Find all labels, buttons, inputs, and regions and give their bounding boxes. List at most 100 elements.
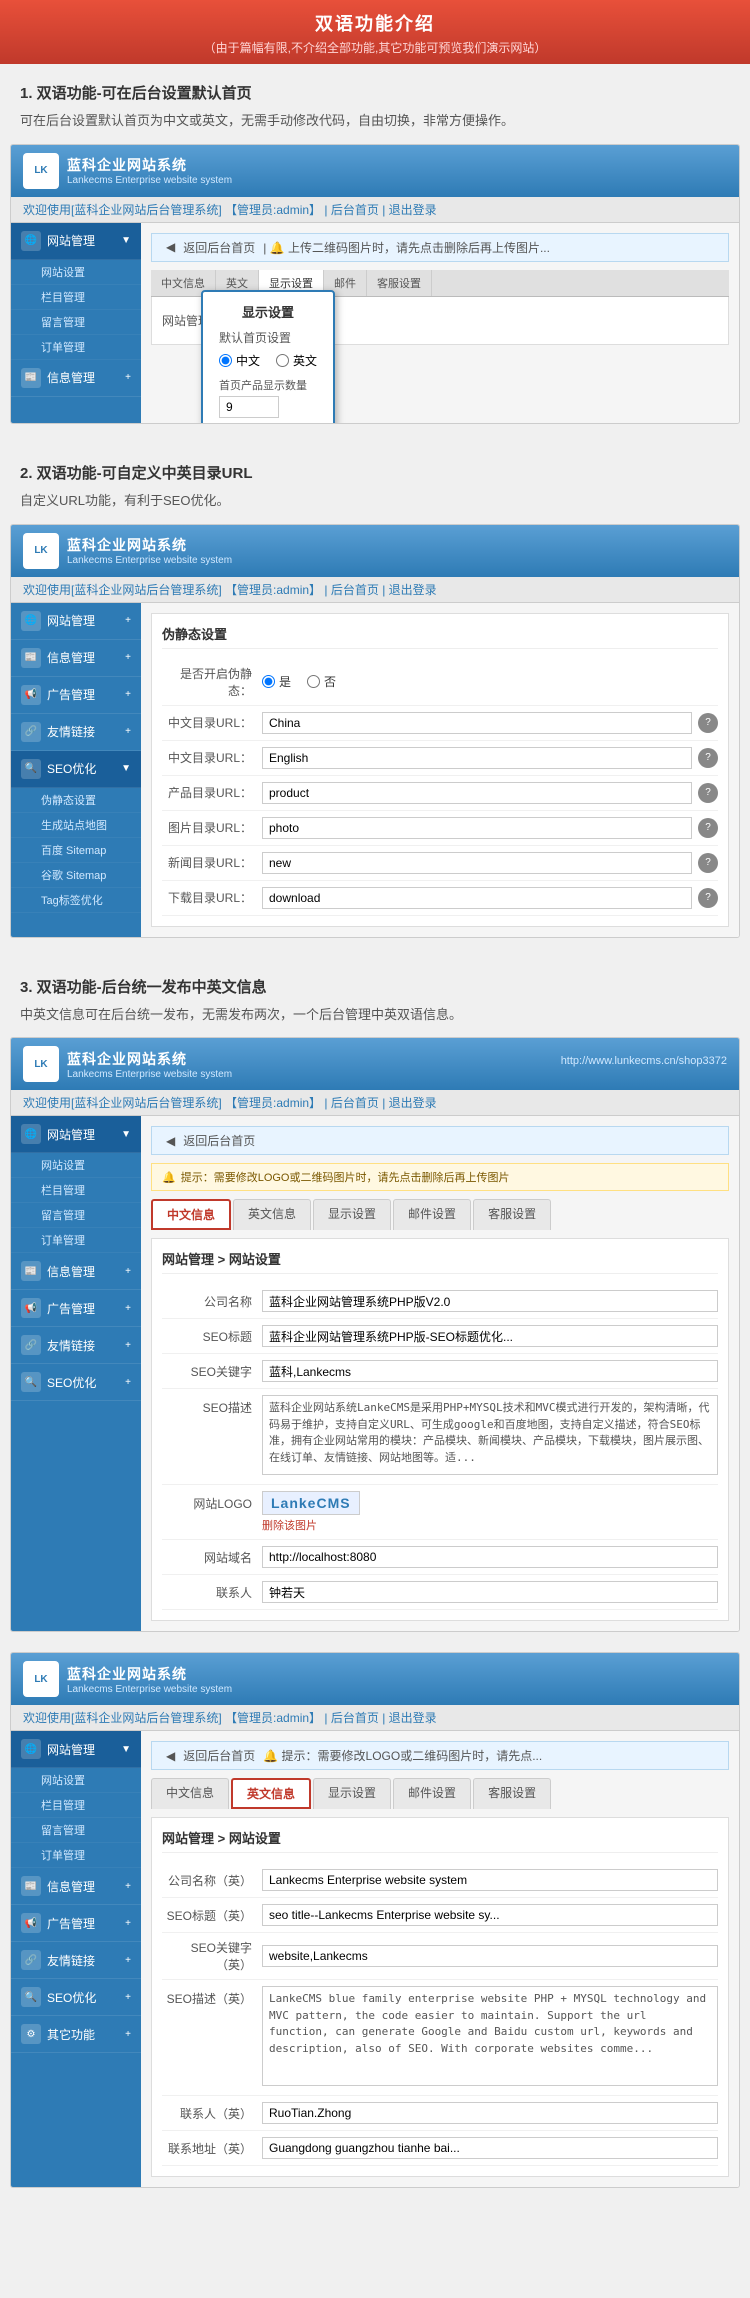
product-url-input[interactable] [262, 782, 692, 804]
sidebar-sub-order-4[interactable]: 订单管理 [11, 1843, 141, 1868]
tab-service-4[interactable]: 客服设置 [473, 1778, 551, 1809]
nav-home-2[interactable]: 后台首页 [331, 583, 379, 597]
section-1-title: 1. 双语功能-可在后台设置默认首页 [0, 64, 750, 111]
remove-logo-link-3[interactable]: 删除该图片 [262, 1517, 718, 1533]
nav-home-3[interactable]: 后台首页 [331, 1096, 379, 1110]
radio-chinese[interactable]: 中文 [219, 352, 260, 369]
contact-input-4[interactable] [262, 2102, 718, 2124]
products-count-input[interactable] [219, 396, 279, 418]
sidebar-item-info-2[interactable]: 📰 信息管理 + [11, 640, 141, 677]
sidebar-sub-site-4[interactable]: 网站设置 [11, 1768, 141, 1793]
cms-screenshot-2: LK 蓝科企业网站系统 Lankecms Enterprise website … [10, 524, 740, 938]
sidebar-sub-msg-4[interactable]: 留言管理 [11, 1818, 141, 1843]
sidebar-item-website-4[interactable]: 🌐 网站管理 ▼ [11, 1731, 141, 1768]
sidebar-item-other-4[interactable]: ⚙ 其它功能 + [11, 2016, 141, 2053]
info-icon-3: 📰 [21, 1261, 41, 1281]
sidebar-item-seo-4[interactable]: 🔍 SEO优化 + [11, 1979, 141, 2016]
sidebar-sub-site-3[interactable]: 网站设置 [11, 1153, 141, 1178]
page-title: 双语功能介绍 [0, 10, 750, 36]
cms-nav-home-1[interactable]: 后台首页 [331, 203, 379, 217]
cms-main-2: 伪静态设置 是否开启伪静态： 是 [141, 603, 739, 937]
form-row-seodesc-4: SEO描述（英） LankeCMS blue family enterprise… [162, 1980, 718, 2096]
sidebar-sub-column-mgmt-1[interactable]: 栏目管理 [11, 285, 141, 310]
sidebar-item-info-mgmt-1[interactable]: 📰 信息管理 + [11, 360, 141, 397]
cms-warning-3: 🔔 提示：需要修改LOGO或二维码图片时，请先点击删除后再上传图片 [151, 1163, 729, 1191]
label-seotitle-4: SEO标题（英） [162, 1907, 262, 1924]
cms-logo-icon-1: LK [23, 153, 59, 189]
tab-chinese-4[interactable]: 中文信息 [151, 1778, 229, 1809]
hint-news-url: ? [698, 853, 718, 873]
nav-home-4[interactable]: 后台首页 [331, 1711, 379, 1725]
sidebar-item-ad-2[interactable]: 📢 广告管理 + [11, 677, 141, 714]
seo-icon-3: 🔍 [21, 1372, 41, 1392]
sidebar-item-link-2[interactable]: 🔗 友情链接 + [11, 714, 141, 751]
photo-url-input[interactable] [262, 817, 692, 839]
seodesc-textarea-4[interactable]: LankeCMS blue family enterprise website … [262, 1986, 718, 2086]
breadcrumb-back-4[interactable]: 返回后台首页 [183, 1747, 255, 1764]
sidebar-item-seo-3[interactable]: 🔍 SEO优化 + [11, 1364, 141, 1401]
form-row-photo-url: 图片目录URL： ? [162, 811, 718, 846]
tab-mail-3[interactable]: 邮件设置 [393, 1199, 471, 1230]
sidebar-sub-col-3[interactable]: 栏目管理 [11, 1178, 141, 1203]
domain-input-3[interactable] [262, 1546, 718, 1568]
seotitle-input-4[interactable] [262, 1904, 718, 1926]
sidebar-sub-tag[interactable]: Tag标签优化 [11, 888, 141, 913]
nav-logout-3[interactable]: 退出登录 [389, 1096, 437, 1110]
cms-nav-logout-1[interactable]: 退出登录 [389, 203, 437, 217]
nav-logout-4[interactable]: 退出登录 [389, 1711, 437, 1725]
form-row-logo-3: 网站LOGO LankeCMS 删除该图片 [162, 1485, 718, 1540]
sidebar-item-info-4[interactable]: 📰 信息管理 + [11, 1868, 141, 1905]
download-url-input[interactable] [262, 887, 692, 909]
sidebar-item-website-3[interactable]: 🌐 网站管理 ▼ [11, 1116, 141, 1153]
sidebar-sub-order-3[interactable]: 订单管理 [11, 1228, 141, 1253]
nav-logout-2[interactable]: 退出登录 [389, 583, 437, 597]
label-seodesc-4: SEO描述（英） [162, 1986, 262, 2007]
sidebar-item-seo-2[interactable]: 🔍 SEO优化 ▼ [11, 751, 141, 788]
sidebar-sub-order-mgmt-1[interactable]: 订单管理 [11, 335, 141, 360]
sidebar-item-website-2[interactable]: 🌐 网站管理 + [11, 603, 141, 640]
english-url-input[interactable] [262, 747, 692, 769]
seokw-input-4[interactable] [262, 1945, 718, 1967]
breadcrumb-back-3[interactable]: 返回后台首页 [183, 1132, 255, 1149]
radio-english[interactable]: 英文 [276, 352, 317, 369]
form-row-seokw-3: SEO关键字 [162, 1354, 718, 1389]
sidebar-sub-pseudo-static[interactable]: 伪静态设置 [11, 788, 141, 813]
sidebar-sub-site-settings-1[interactable]: 网站设置 [11, 260, 141, 285]
news-url-input[interactable] [262, 852, 692, 874]
sidebar-item-link-3[interactable]: 🔗 友情链接 + [11, 1327, 141, 1364]
tab-english-3[interactable]: 英文信息 [233, 1199, 311, 1230]
sidebar-sub-baidu-sitemap[interactable]: 百度 Sitemap [11, 838, 141, 863]
form-title-3: 网站管理 > 网站设置 [162, 1249, 718, 1274]
sidebar-sub-google-sitemap[interactable]: 谷歌 Sitemap [11, 863, 141, 888]
cms-tabs-4: 中文信息 英文信息 显示设置 邮件设置 客服设置 [151, 1778, 729, 1809]
sidebar-sub-message-mgmt-1[interactable]: 留言管理 [11, 310, 141, 335]
sidebar-item-ad-4[interactable]: 📢 广告管理 + [11, 1905, 141, 1942]
company-input-3[interactable] [262, 1290, 718, 1312]
tab-display-3[interactable]: 显示设置 [313, 1199, 391, 1230]
sidebar-item-info-3[interactable]: 📰 信息管理 + [11, 1253, 141, 1290]
address-input-4[interactable] [262, 2137, 718, 2159]
tab-extra-1[interactable]: 客服设置 [367, 270, 432, 296]
sidebar-item-ad-3[interactable]: 📢 广告管理 + [11, 1290, 141, 1327]
company-input-4[interactable] [262, 1869, 718, 1891]
seokw-input-3[interactable] [262, 1360, 718, 1382]
tab-mail-4[interactable]: 邮件设置 [393, 1778, 471, 1809]
tab-english-4[interactable]: 英文信息 [231, 1778, 311, 1809]
sidebar-sub-msg-3[interactable]: 留言管理 [11, 1203, 141, 1228]
radio-yes[interactable]: 是 [262, 673, 291, 690]
sidebar-sub-col-4[interactable]: 栏目管理 [11, 1793, 141, 1818]
popup-radio-group: 中文 英文 [219, 352, 317, 369]
contact-input-3[interactable] [262, 1581, 718, 1603]
chinese-url-input[interactable] [262, 712, 692, 734]
tab-chinese-3[interactable]: 中文信息 [151, 1199, 231, 1230]
popup-input-label: 首页产品显示数量 [219, 377, 317, 393]
sidebar-item-link-4[interactable]: 🔗 友情链接 + [11, 1942, 141, 1979]
seodesc-textarea-3[interactable]: 蓝科企业网站系统LankeCMS是采用PHP+MYSQL技术和MVC模式进行开发… [262, 1395, 718, 1475]
sidebar-item-website-mgmt-1[interactable]: 🌐 网站管理 ▼ [11, 223, 141, 260]
tab-display-4[interactable]: 显示设置 [313, 1778, 391, 1809]
radio-no[interactable]: 否 [307, 673, 336, 690]
sidebar-sub-sitemap[interactable]: 生成站点地图 [11, 813, 141, 838]
breadcrumb-back-1[interactable]: 返回后台首页 [183, 239, 255, 256]
seotitle-input-3[interactable] [262, 1325, 718, 1347]
tab-service-3[interactable]: 客服设置 [473, 1199, 551, 1230]
